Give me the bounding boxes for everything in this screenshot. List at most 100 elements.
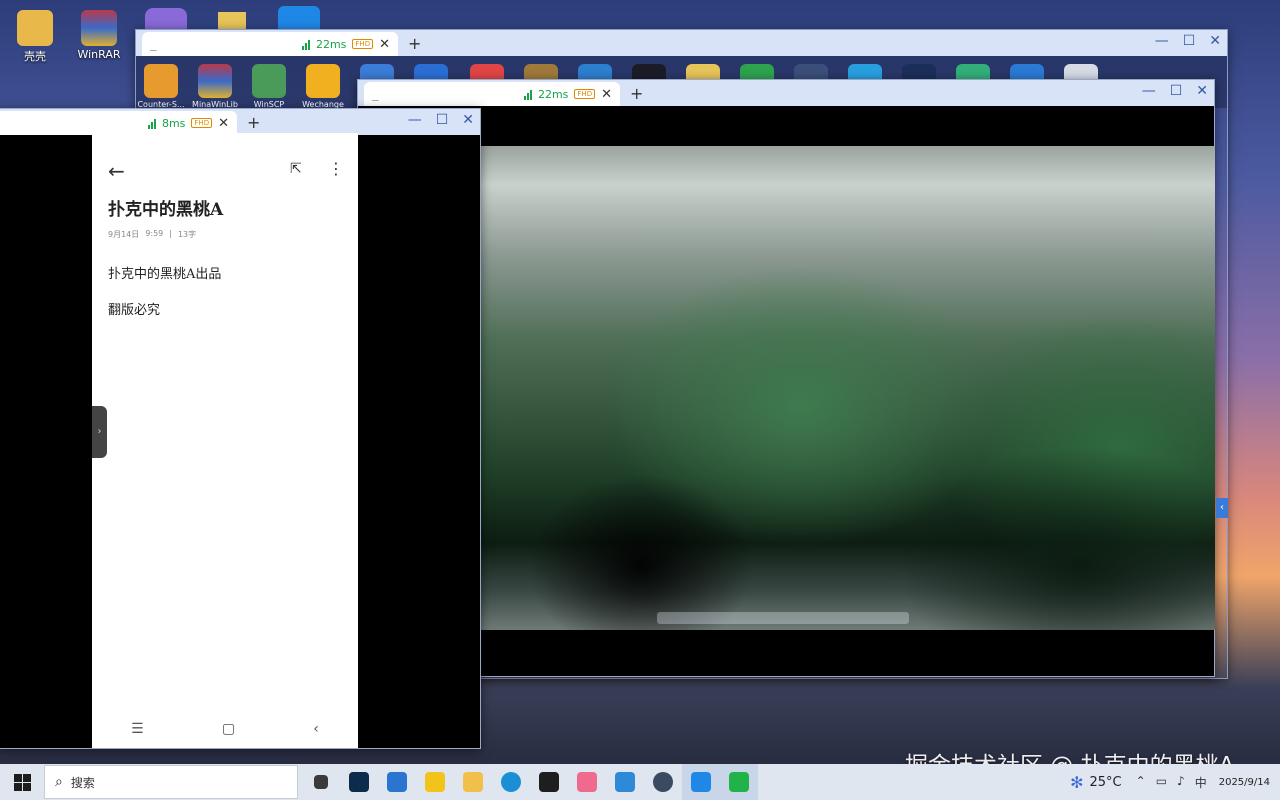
home-icon[interactable]: ▢	[222, 721, 235, 737]
weather-widget[interactable]: ✻ 25°C	[1070, 773, 1122, 792]
pycharm-icon	[539, 772, 559, 792]
close-icon[interactable]: ✕	[1196, 83, 1208, 99]
note-line: 扑克中的黑桃A出品	[108, 267, 222, 282]
recents-icon[interactable]: ☰	[131, 721, 144, 737]
search-placeholder: 搜索	[70, 775, 95, 790]
user-folder-icon	[17, 10, 53, 46]
tab-close-icon[interactable]: ✕	[379, 37, 390, 52]
minimize-icon[interactable]: —	[408, 112, 422, 128]
share-icon[interactable]: ⇱	[290, 161, 302, 177]
maximize-icon[interactable]: ☐	[1170, 83, 1183, 99]
back-icon[interactable]: ‹	[313, 721, 319, 737]
winrar-icon[interactable]	[198, 64, 232, 98]
taskbar: ⌕ 搜索 ✻ 25°C ⌃ ▭ ♪ 中 2025/9/14	[0, 764, 1280, 800]
edge-icon	[501, 772, 521, 792]
tab-close-icon[interactable]: ✕	[218, 116, 229, 131]
close-icon[interactable]: ✕	[462, 112, 474, 128]
tab-title: _	[372, 87, 379, 101]
window-tab[interactable]: _ 22ms FHD ✕	[364, 82, 620, 106]
phone-note-screen: ← ⇱ ⋮ 扑克中的黑桃A 9月14日 9:59 | 13字 扑克中的黑桃A出品…	[92, 133, 358, 748]
note-char-count: 13字	[177, 230, 197, 239]
ping-label: 22ms	[537, 87, 569, 101]
side-expand-handle[interactable]: ‹	[1216, 498, 1228, 518]
window-titlebar[interactable]: _ 22ms FHD ✕ + — ☐ ✕	[136, 30, 1227, 56]
minimize-icon[interactable]: —	[1155, 33, 1169, 49]
taskbar-app-wechat[interactable]	[720, 764, 758, 800]
sticky-notes-icon	[425, 772, 445, 792]
taskbar-app-edge[interactable]	[492, 764, 530, 800]
window-tab[interactable]: 8ms FHD ✕	[0, 111, 237, 135]
taskbar-app-vscode[interactable]	[606, 764, 644, 800]
ime-icon[interactable]: 中	[1195, 774, 1207, 791]
store-icon	[387, 772, 407, 792]
weather-icon: ✻	[1070, 772, 1084, 792]
ping-label: 22ms	[315, 37, 347, 51]
vscode-icon	[615, 772, 635, 792]
minimize-icon[interactable]: —	[1142, 83, 1156, 99]
desktop-icon-label: 壳壳	[24, 50, 46, 63]
new-tab-button[interactable]: +	[247, 113, 260, 132]
task-view-button[interactable]	[302, 764, 340, 800]
counter-strike-icon[interactable]	[144, 64, 178, 98]
window-tab[interactable]: _ 22ms FHD ✕	[142, 32, 398, 56]
window-titlebar[interactable]: _ 22ms FHD ✕ + — ☐ ✕	[358, 80, 1214, 106]
network-icon[interactable]: ▭	[1156, 774, 1167, 791]
desktop-icon-winrar[interactable]: WinRAR	[64, 10, 134, 61]
quality-badge[interactable]: FHD	[574, 89, 596, 99]
file-explorer-icon	[463, 772, 483, 792]
note-date: 9月14日	[108, 230, 140, 239]
winrar-icon	[81, 10, 117, 46]
note-title: 扑克中的黑桃A	[108, 200, 224, 220]
tab-close-icon[interactable]: ✕	[601, 87, 612, 102]
signal-icon	[523, 89, 532, 100]
taskbar-app-photoshop[interactable]	[340, 764, 378, 800]
windows-icon	[13, 773, 31, 791]
volume-icon[interactable]: ♪	[1177, 774, 1185, 791]
desktop-icon-user[interactable]: 壳壳	[0, 10, 70, 64]
window-titlebar[interactable]: 8ms FHD ✕ + — ☐ ✕	[0, 109, 480, 135]
taskbar-app-avatar[interactable]	[644, 764, 682, 800]
clock[interactable]: 2025/9/14	[1219, 777, 1270, 788]
quality-badge[interactable]: FHD	[352, 39, 374, 49]
task-view-icon	[314, 775, 328, 789]
back-arrow-icon[interactable]: ←	[108, 159, 125, 183]
taskbar-app-todesk[interactable]	[682, 764, 720, 800]
clock-date: 2025/9/14	[1218, 776, 1270, 788]
taskbar-app-pycharm[interactable]	[530, 764, 568, 800]
side-collapse-handle[interactable]: ›	[92, 406, 107, 458]
signal-icon	[147, 118, 156, 129]
note-meta: 9月14日 9:59 | 13字	[108, 229, 197, 239]
todesk-icon	[691, 772, 711, 792]
quality-badge[interactable]: FHD	[191, 118, 213, 128]
start-button[interactable]	[0, 764, 44, 800]
taskbar-app-bilibili[interactable]	[568, 764, 606, 800]
more-icon[interactable]: ⋮	[328, 159, 344, 178]
taskbar-search[interactable]: ⌕ 搜索	[44, 765, 298, 799]
tab-title: _	[150, 37, 157, 51]
maximize-icon[interactable]: ☐	[1183, 33, 1196, 49]
weather-temperature: 25°C	[1089, 774, 1122, 790]
close-icon[interactable]: ✕	[1209, 33, 1221, 49]
note-time: 9:59	[145, 229, 164, 238]
wechange-icon[interactable]	[306, 64, 340, 98]
signal-icon	[301, 39, 310, 50]
search-icon: ⌕	[55, 774, 63, 790]
phone-nav-bar: ☰ ▢ ‹	[92, 721, 358, 737]
remote-screen-wave-image[interactable]	[481, 146, 1215, 630]
new-tab-button[interactable]: +	[408, 34, 421, 53]
avatar-app-icon	[653, 772, 673, 792]
photoshop-icon	[349, 772, 369, 792]
note-line: 翻版必究	[108, 303, 161, 318]
desktop-icon-label: WinRAR	[77, 48, 121, 61]
wechat-icon	[729, 772, 749, 792]
ping-label: 8ms	[161, 116, 186, 130]
remote-taskbar	[657, 612, 909, 624]
maximize-icon[interactable]: ☐	[436, 112, 449, 128]
chevron-up-icon[interactable]: ⌃	[1136, 774, 1146, 791]
tray-icons: ⌃ ▭ ♪ 中	[1136, 774, 1207, 791]
taskbar-app-sticky-notes[interactable]	[416, 764, 454, 800]
winscp-icon[interactable]	[252, 64, 286, 98]
taskbar-app-store[interactable]	[378, 764, 416, 800]
taskbar-app-file-explorer[interactable]	[454, 764, 492, 800]
new-tab-button[interactable]: +	[630, 84, 643, 103]
